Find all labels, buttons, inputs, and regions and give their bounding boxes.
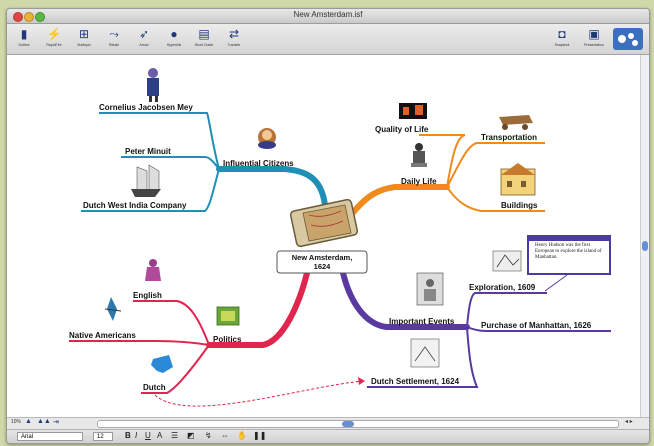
arrow-button[interactable]: ➶ Arrow [131, 25, 157, 53]
mind-map-canvas[interactable]: Cornelius Jacobsen Mey Peter Minuit Dutc… [7, 55, 640, 417]
topic-influential-citizens[interactable]: Influential Citizens [223, 159, 294, 168]
font-size-select[interactable]: 12 [93, 432, 113, 441]
zoom-bar: 10% ▲ ▲▲ ⇥ ◂ ▸ [7, 417, 649, 429]
english-figure-icon [145, 259, 161, 281]
central-topic[interactable]: New Amsterdam, 1624 [277, 253, 367, 271]
link-direction-icon[interactable]: ⇔ [221, 431, 229, 440]
sailor-icon [147, 68, 159, 102]
underline-button[interactable]: U [145, 431, 151, 440]
note-header [529, 237, 609, 241]
zoom-fit-icon[interactable]: ⇥ [53, 418, 59, 426]
settlement-icon [410, 338, 440, 368]
align-icon[interactable]: ☰ [171, 431, 178, 440]
topic-dutch[interactable]: Dutch [143, 383, 166, 392]
topic-politics[interactable]: Politics [213, 335, 241, 344]
hyperlink-icon: ● [170, 27, 178, 41]
app-window: New Amsterdam.isf ▮ Outline ⚡ RapidFire … [6, 8, 650, 444]
outline-button[interactable]: ▮ Outline [11, 25, 37, 53]
relate-icon: ⤳ [109, 27, 119, 41]
note-text: Henry Hudson was the first European to e… [535, 243, 602, 260]
rapidfire-button[interactable]: ⚡ RapidFire [41, 25, 67, 53]
netherlands-map-icon [151, 355, 173, 373]
zoom-out-icon[interactable]: ▲ [25, 418, 32, 425]
topic-purchase-of-manhattan[interactable]: Purchase of Manhattan, 1626 [481, 321, 591, 330]
important-events-icon [416, 272, 444, 306]
ship-icon [131, 164, 161, 197]
rapidfire-icon: ⚡ [46, 27, 62, 41]
exploration-icon [492, 250, 522, 272]
vertical-scrollbar[interactable] [640, 55, 649, 417]
daily-life-person-icon [411, 143, 427, 167]
word-guide-icon: ▤ [198, 27, 210, 41]
politics-icon [216, 306, 240, 326]
horizontal-scroll-thumb[interactable] [342, 421, 354, 427]
main-toolbar: ▮ Outline ⚡ RapidFire ⊞ Subtopic ⤳ Relat… [7, 24, 649, 55]
transfer-button[interactable]: ⇄ Transfer [221, 25, 247, 53]
scroll-arrows-icon[interactable]: ◂ ▸ [625, 418, 633, 425]
transfer-icon: ⇄ [228, 27, 240, 41]
bold-button[interactable]: B [125, 431, 131, 440]
inspiration-logo-icon [613, 28, 643, 50]
transportation-icon [499, 115, 533, 130]
subtopic-button[interactable]: ⊞ Subtopic [71, 25, 97, 53]
text-color-icon[interactable]: A [157, 431, 162, 440]
window-title: New Amsterdam.isf [293, 10, 363, 19]
topic-buildings[interactable]: Buildings [501, 201, 537, 210]
topic-dutch-settlement-1624[interactable]: Dutch Settlement, 1624 [371, 377, 459, 386]
presentation-button[interactable]: ▣ Presentation [581, 25, 607, 53]
topic-important-events[interactable]: Important Events [389, 317, 454, 326]
hyperlink-button[interactable]: ● Hyperlink [161, 25, 187, 53]
zoom-in-icon[interactable]: ▲▲ [37, 418, 51, 425]
topic-cornelius-jacobsen-mey[interactable]: Cornelius Jacobsen Mey [99, 103, 193, 112]
horizontal-scrollbar[interactable] [97, 420, 619, 428]
fill-color-icon[interactable]: ◩ [187, 431, 195, 440]
vertical-scroll-thumb[interactable] [642, 241, 648, 251]
topic-transportation[interactable]: Transportation [481, 133, 537, 142]
topic-native-americans[interactable]: Native Americans [69, 331, 136, 340]
subtopic-icon: ⊞ [78, 27, 90, 41]
citizen-portrait-icon [258, 128, 276, 149]
pause-icon[interactable]: ❚❚ [253, 431, 266, 440]
title-bar: New Amsterdam.isf [7, 9, 649, 24]
word-guide-button[interactable]: ▤ Word Guide [191, 25, 217, 53]
snapshot-button[interactable]: ◘ Snapshot [549, 25, 575, 53]
topic-dutch-west-india-company[interactable]: Dutch West India Company [83, 201, 186, 210]
note-henry-hudson[interactable]: Henry Hudson was the first European to e… [527, 235, 611, 275]
topic-daily-life[interactable]: Daily Life [401, 177, 437, 186]
presentation-icon: ▣ [588, 27, 600, 41]
font-select[interactable]: Arial [17, 432, 83, 441]
snapshot-icon: ◘ [558, 27, 566, 41]
central-topic-line2: 1624 [313, 262, 331, 271]
topic-english[interactable]: English [133, 291, 162, 300]
arrow-icon: ➶ [138, 27, 150, 41]
scroll-icon [289, 198, 359, 248]
format-bar: Arial 12 B I U A ☰ ◩ ↯ ⇔ ✋ ❚❚ [7, 429, 649, 443]
quality-of-life-icon [399, 103, 427, 119]
hand-tool-icon[interactable]: ✋ [237, 431, 247, 440]
line-style-icon[interactable]: ↯ [205, 431, 212, 440]
native-american-icon [104, 297, 122, 321]
italic-button[interactable]: I [135, 431, 137, 440]
topic-exploration-1609[interactable]: Exploration, 1609 [469, 283, 535, 292]
buildings-icon [500, 163, 536, 196]
topic-quality-of-life[interactable]: Quality of Life [375, 125, 428, 134]
topic-peter-minuit[interactable]: Peter Minuit [125, 147, 171, 156]
central-topic-line1: New Amsterdam, [291, 253, 353, 262]
zoom-level: 10% [11, 419, 22, 425]
outline-icon: ▮ [20, 27, 28, 41]
relate-button[interactable]: ⤳ Relate [101, 25, 127, 53]
